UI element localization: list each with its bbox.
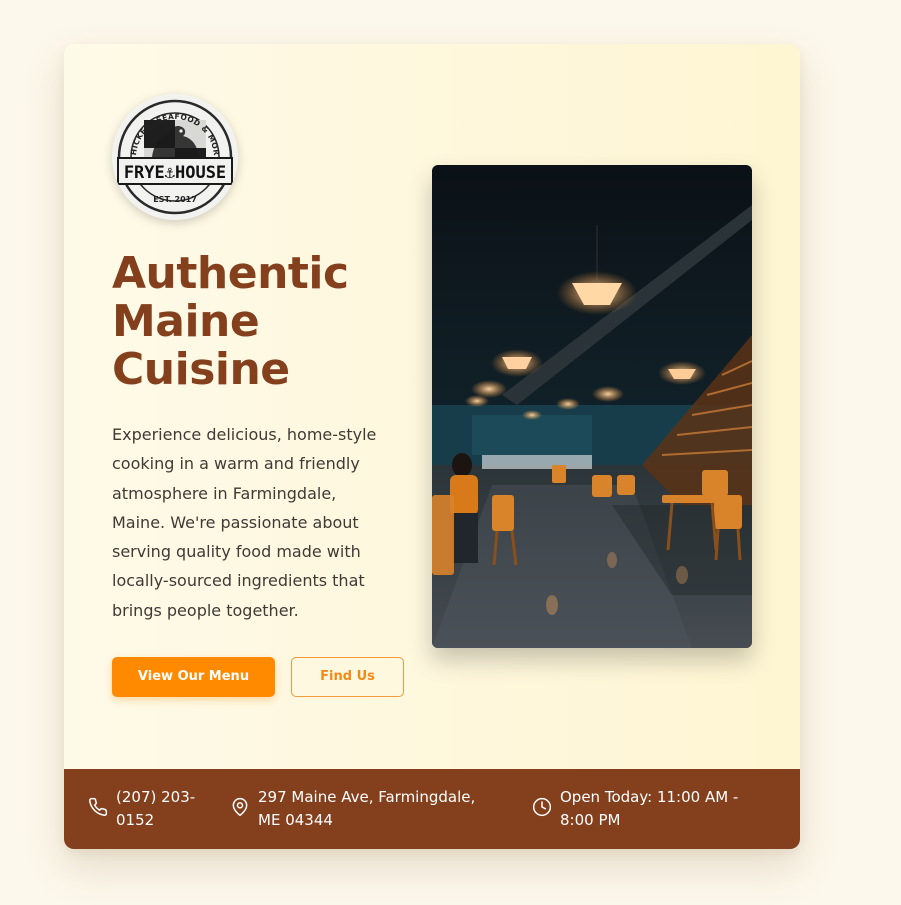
view-menu-button[interactable]: View Our Menu: [112, 657, 275, 697]
clock-icon: [532, 797, 552, 817]
hero-description: Experience delicious, home-style cooking…: [112, 425, 377, 620]
restaurant-interior-photo: [432, 165, 752, 648]
restaurant-interior-image: [432, 165, 752, 648]
svg-text:EST. 2017: EST. 2017: [153, 195, 197, 204]
phone-number: (207) 203-0152: [116, 788, 196, 829]
phone-info[interactable]: (207) 203-0152: [88, 786, 198, 832]
phone-icon: [89, 797, 108, 816]
svg-text:FRYE⚓HOUSE: FRYE⚓HOUSE: [124, 163, 226, 183]
restaurant-logo: CHICKEN, SEAFOOD & MORE FRYE⚓HOUSE EST. …: [112, 94, 238, 220]
address-info[interactable]: 297 Maine Ave, Farmingdale, ME 04344: [230, 786, 500, 832]
hero-card: CHICKEN, SEAFOOD & MORE FRYE⚓HOUSE EST. …: [64, 44, 800, 849]
address-text: 297 Maine Ave, Farmingdale, ME 04344: [258, 788, 476, 829]
frye-house-logo-icon: CHICKEN, SEAFOOD & MORE FRYE⚓HOUSE EST. …: [112, 94, 237, 219]
contact-info-bar: (207) 203-0152 297 Maine Ave, Farmingdal…: [64, 769, 800, 849]
page-title: Authentic Maine Cuisine: [112, 248, 349, 395]
hours-text: Open Today: 11:00 AM - 8:00 PM: [560, 788, 739, 829]
hours-info: Open Today: 11:00 AM - 8:00 PM: [532, 786, 772, 832]
find-us-button[interactable]: Find Us: [291, 657, 404, 697]
map-pin-icon: [232, 797, 248, 817]
